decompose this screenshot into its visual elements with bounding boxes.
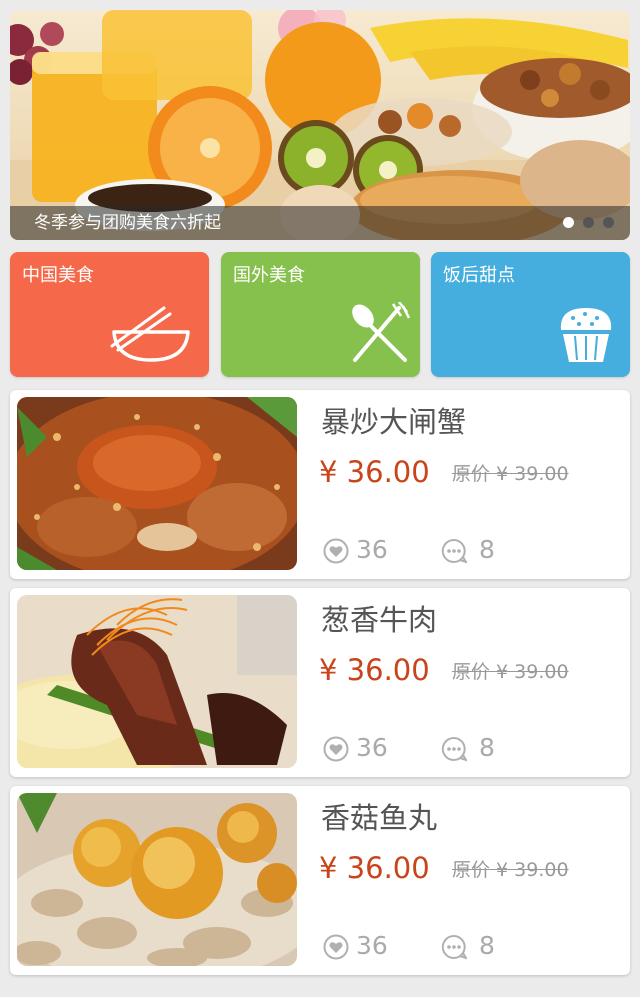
category-label: 中国美食 [22,265,94,286]
banner-caption: 冬季参与团购美食六折起 [34,213,221,233]
comment-count: 8 [479,931,495,960]
product-original-price: 原价 ¥ 39.00 [452,859,569,881]
category-tile-dessert[interactable]: 饭后甜点 [431,252,630,377]
muffin-icon [560,308,612,362]
heart-icon[interactable] [323,538,349,564]
category-tile-foreign-food[interactable]: 国外美食 [221,252,420,377]
pagination-dot[interactable] [583,217,594,228]
product-price: ¥ 36.00 [319,851,430,885]
product-card[interactable]: 香菇鱼丸 ¥ 36.00 原价 ¥ 39.00 36 8 [10,786,630,975]
category-label: 饭后甜点 [443,265,515,286]
product-image[interactable] [17,595,297,768]
category-tile-chinese-food[interactable]: 中国美食 [10,252,209,377]
like-count: 36 [356,733,388,762]
heart-icon[interactable] [323,736,349,762]
like-count: 36 [356,535,388,564]
product-name: 葱香牛肉 [321,603,438,637]
product-original-price: 原价 ¥ 39.00 [452,463,569,485]
product-card[interactable]: 葱香牛肉 ¥ 36.00 原价 ¥ 39.00 36 8 [10,588,630,777]
fork-spoon-icon [352,302,411,362]
product-name: 暴炒大闸蟹 [321,405,467,439]
heart-icon[interactable] [323,934,349,960]
comment-icon[interactable] [441,934,467,960]
mushroom-fishball-dish-image [17,793,297,966]
pagination-dot[interactable] [563,217,574,228]
product-price: ¥ 36.00 [319,653,430,687]
pagination-dot[interactable] [603,217,614,228]
banner-pagination [563,217,614,228]
comment-icon[interactable] [441,736,467,762]
product-name: 香菇鱼丸 [321,801,438,835]
crab-dish-image [17,397,297,570]
like-count: 36 [356,931,388,960]
category-label: 国外美食 [233,265,305,286]
comment-count: 8 [479,535,495,564]
comment-count: 8 [479,733,495,762]
bowl-chopsticks-icon [110,306,190,362]
product-original-price: 原价 ¥ 39.00 [452,661,569,683]
product-price: ¥ 36.00 [319,455,430,489]
comment-icon[interactable] [441,538,467,564]
product-card[interactable]: 暴炒大闸蟹 ¥ 36.00 原价 ¥ 39.00 36 8 [10,390,630,579]
product-image[interactable] [17,793,297,966]
promo-banner[interactable]: 冬季参与团购美食六折起 [10,10,630,240]
beef-dish-image [17,595,297,768]
product-image[interactable] [17,397,297,570]
banner-caption-bar: 冬季参与团购美食六折起 [10,206,630,240]
